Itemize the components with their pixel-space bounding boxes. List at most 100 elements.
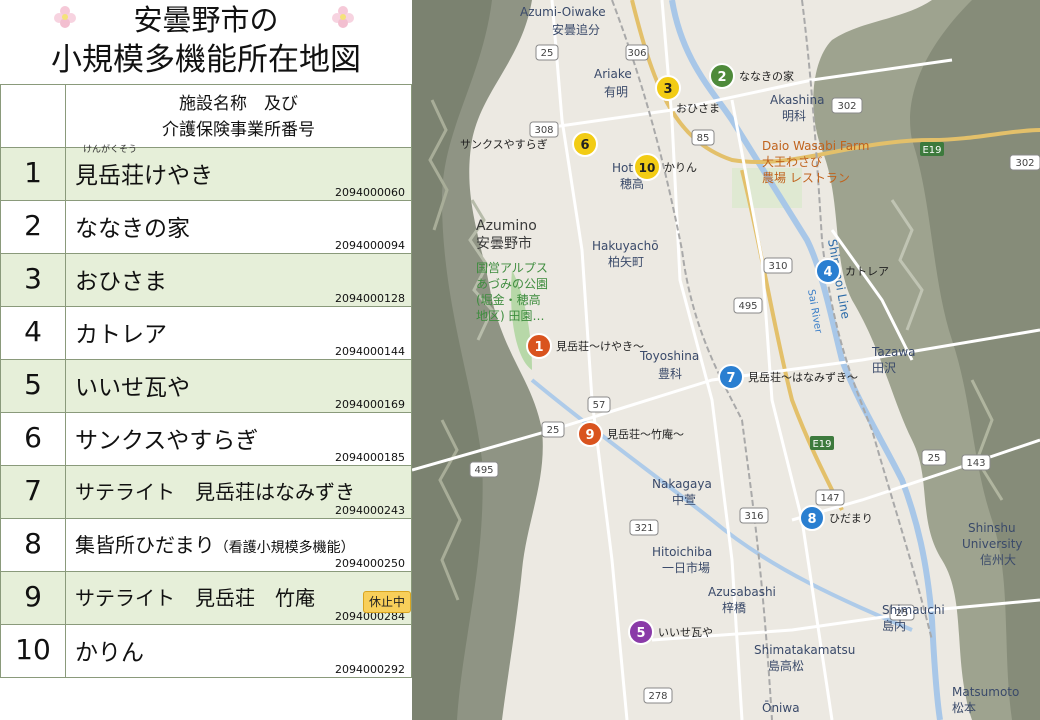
header-label-2: 介護保険事業所番号 (162, 120, 315, 140)
expressway-shield: E19 (810, 436, 834, 450)
map-view[interactable]: 25 306 85 302 302 308 310 495 495 57 25 … (412, 0, 1040, 720)
row-code: 2094000185 (335, 451, 405, 464)
place-label: Akashina (770, 93, 824, 107)
place-label: 豊科 (658, 367, 682, 381)
place-label: 国営アルプス (476, 261, 548, 275)
svg-text:9: 9 (585, 428, 594, 443)
svg-text:E19: E19 (922, 145, 941, 156)
route-shield: 306 (625, 44, 649, 61)
header-number-cell (1, 85, 66, 147)
page-title: 安曇野市の 小規模多機能所在地図 (0, 0, 412, 84)
place-label: 地区) 田園… (476, 309, 545, 323)
svg-text:4: 4 (823, 265, 832, 280)
route-shield: 25 (535, 44, 559, 61)
table-row: 6 サンクスやすらぎ 2094000185 (0, 413, 412, 466)
row-name: 集皆所ひだまり（看護小規模多機能） (75, 529, 355, 558)
route-shield: 57 (587, 396, 611, 413)
row-code: 2094000243 (335, 504, 405, 517)
route-shield: 85 (691, 129, 715, 146)
title-line-1: 安曇野市の (133, 3, 279, 37)
row-name: いいせ瓦や (75, 375, 190, 401)
row-number: 7 (1, 466, 66, 518)
row-code: 2094000292 (335, 663, 405, 676)
row-name: 見岳荘けやき (75, 163, 213, 189)
route-shield: 308 (529, 121, 559, 138)
row-name: かりん (75, 640, 144, 666)
svg-text:495: 495 (738, 301, 757, 312)
svg-text:10: 10 (639, 161, 656, 175)
row-number: 4 (1, 307, 66, 359)
expressway-shield: E19 (920, 142, 944, 156)
place-label: 中萱 (672, 492, 696, 507)
place-label: Nakagaya (652, 477, 712, 491)
place-label: Azumino (476, 218, 537, 234)
route-shield: 495 (733, 297, 763, 314)
place-label: 梓橋 (722, 600, 746, 615)
svg-text:25: 25 (928, 453, 941, 464)
marker-label: サンクスやすらぎ (460, 137, 548, 151)
marker-label: 見岳荘～竹庵～ (607, 427, 684, 441)
row-ruby: けんがくそう (83, 145, 138, 155)
place-label: Hakuyachō (592, 239, 659, 253)
svg-text:302: 302 (1015, 158, 1034, 169)
svg-text:321: 321 (634, 523, 653, 534)
table-row: 2 ななきの家 2094000094 (0, 201, 412, 254)
row-number: 10 (1, 625, 66, 677)
row-code: 2094000250 (335, 557, 405, 570)
place-label: Azumi-Oiwake (520, 5, 606, 19)
row-number: 2 (1, 201, 66, 253)
marker-label: おひさま (676, 102, 720, 115)
marker-label: 見岳荘～けやき～ (556, 340, 644, 353)
place-label: 安曇追分 (552, 22, 600, 37)
place-label: 大王わさび (762, 155, 822, 169)
route-shield: 310 (763, 257, 793, 274)
place-label: Toyoshina (639, 349, 699, 363)
route-shield: 25 (921, 449, 947, 466)
marker-label: ななきの家 (739, 69, 794, 83)
svg-text:6: 6 (580, 138, 589, 153)
legend-panel: 安曇野市の 小規模多機能所在地図 施設名称 及び 介護保険事業所番号 1 けんが… (0, 0, 412, 720)
svg-text:25: 25 (547, 425, 560, 436)
table-header: 施設名称 及び 介護保険事業所番号 (0, 84, 412, 149)
map-canvas[interactable]: 25 306 85 302 302 308 310 495 495 57 25 … (412, 0, 1040, 720)
row-name: サンクスやすらぎ (75, 428, 259, 454)
place-label: 明科 (782, 109, 806, 123)
row-name: おひさま (75, 269, 167, 295)
svg-text:302: 302 (837, 101, 856, 112)
place-label: Azusabashi (708, 585, 776, 599)
table-row: 4 カトレア 2094000144 (0, 307, 412, 360)
svg-text:85: 85 (697, 133, 710, 144)
svg-text:147: 147 (820, 493, 839, 504)
route-shield: 147 (815, 489, 845, 506)
title-line-2: 小規模多機能所在地図 (51, 42, 361, 78)
place-label: 松本 (952, 701, 976, 715)
place-label: 有明 (604, 85, 628, 99)
row-code: 2094000060 (335, 186, 405, 199)
place-label: Ariake (594, 67, 632, 81)
svg-text:2: 2 (717, 70, 726, 85)
marker-label: カトレア (845, 265, 889, 278)
svg-text:310: 310 (768, 261, 787, 272)
table-row: 10 かりん 2094000292 (0, 625, 412, 678)
route-shield: 495 (469, 461, 499, 478)
place-label: 島内 (882, 618, 906, 633)
place-label: あづみの公園 (476, 277, 548, 291)
table-row: 1 けんがくそう 見岳荘けやき 2094000060 (0, 145, 412, 201)
route-shield: 143 (961, 454, 991, 471)
row-name: サテライト 見岳荘はなみずき (75, 480, 355, 504)
row-code: 2094000094 (335, 239, 405, 252)
svg-text:25: 25 (541, 48, 554, 59)
row-name: ななきの家 (75, 216, 190, 242)
marker-label: かりん (664, 161, 697, 174)
row-number: 6 (1, 413, 66, 465)
place-label: 田沢 (872, 361, 896, 375)
place-label: Ōniwa (762, 701, 800, 715)
place-label: 一日市場 (662, 560, 710, 575)
place-label: 農場 レストラン (762, 171, 850, 185)
place-label: 島高松 (768, 658, 804, 673)
place-label: Daio Wasabi Farm (762, 139, 869, 153)
svg-text:278: 278 (648, 691, 667, 702)
row-code: 2094000128 (335, 292, 405, 305)
svg-text:7: 7 (726, 371, 735, 386)
table-row: 5 いいせ瓦や 2094000169 (0, 360, 412, 413)
